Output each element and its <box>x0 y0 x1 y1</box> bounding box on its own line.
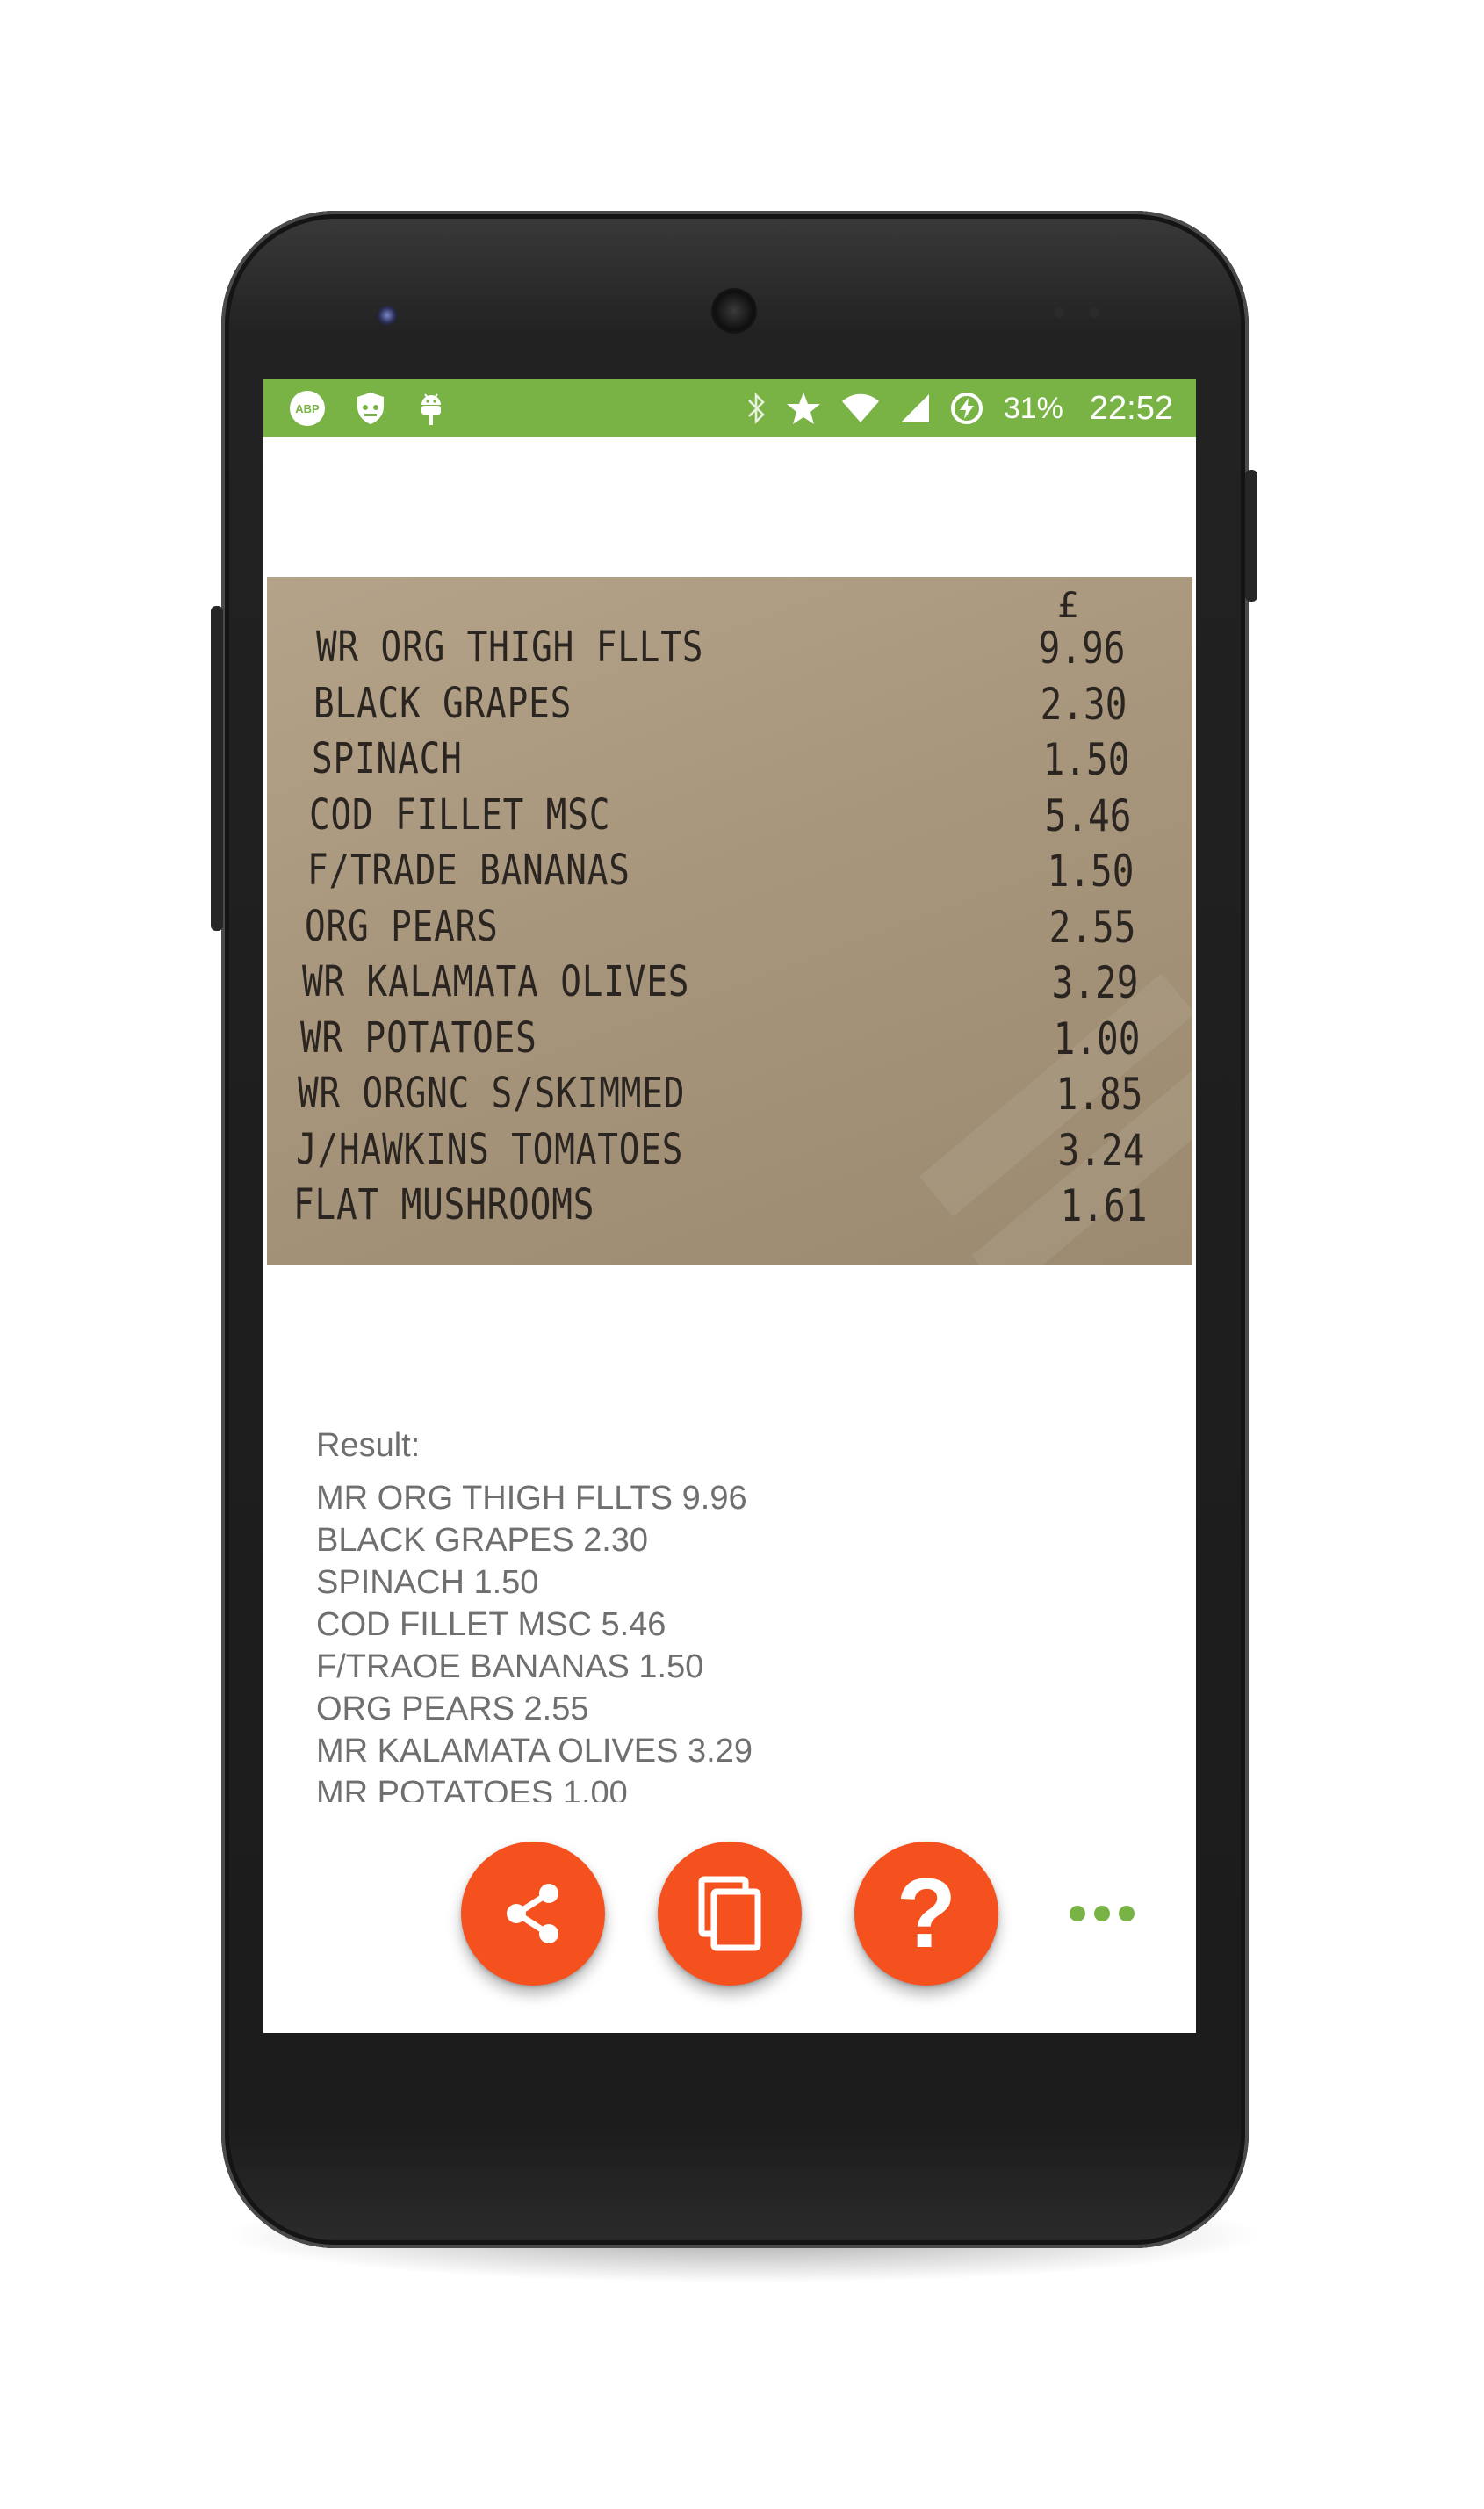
share-button[interactable] <box>461 1842 605 1986</box>
receipt-line: WR POTATOES 1.00 <box>267 1013 1192 1066</box>
battery-saver-icon <box>949 391 984 426</box>
android-debug-icon <box>416 389 446 428</box>
result-line: MR KALAMATA OLIVES 3.29 <box>316 1733 753 1770</box>
result-line: SPINACH 1.50 <box>316 1564 539 1601</box>
copy-button[interactable] <box>658 1842 802 1986</box>
receipt-item-name: FLAT MUSHROOMS <box>293 1180 595 1229</box>
receipt-line: WR ORG THIGH FLLTS 9.96 <box>267 623 1192 675</box>
result-line: MR ORG THIGH FLLTS 9.96 <box>316 1480 747 1517</box>
receipt-line: BLACK GRAPES 2.30 <box>267 679 1192 732</box>
receipt-photo[interactable]: £ WR ORG THIGH FLLTS 9.96 BLACK GRAPES 2.30… <box>267 577 1192 1265</box>
receipt-item-price: 1.85 <box>1055 1069 1142 1120</box>
receipt-item-name: SPINACH <box>311 734 463 783</box>
result-line: COD FILLET MSC 5.46 <box>316 1606 666 1643</box>
receipt-item-price: 1.50 <box>1047 846 1134 897</box>
receipt-line: J/HAWKINS TOMATOES 3.24 <box>267 1125 1192 1178</box>
receipt-line: WR KALAMATA OLIVES 3.29 <box>267 957 1192 1010</box>
screen: ABP 31% 22:52 £ WR ORG THIGH FLLTS 9.96 … <box>263 379 1196 2033</box>
receipt-item-price: 3.29 <box>1051 957 1138 1008</box>
more-horiz-icon[interactable] <box>1070 1903 1140 1924</box>
receipt-item-price: 2.55 <box>1048 901 1136 953</box>
abp-icon: ABP <box>290 391 325 426</box>
receipt-item-price: 3.24 <box>1057 1124 1145 1176</box>
receipt-item-price: 5.46 <box>1044 789 1132 841</box>
help-question-icon: ? <box>896 1858 957 1968</box>
proximity-sensor <box>1054 307 1064 318</box>
cell-signal-icon <box>900 393 930 424</box>
wifi-icon <box>840 393 881 424</box>
result-line: BLACK GRAPES 2.30 <box>316 1522 649 1559</box>
receipt-item-price: 2.30 <box>1040 678 1127 730</box>
receipt-item-price: 1.00 <box>1053 1013 1141 1064</box>
abp-label: ABP <box>295 401 320 415</box>
receipt-currency-symbol: £ <box>1056 586 1078 626</box>
light-sensor <box>1089 307 1099 318</box>
share-icon <box>498 1878 568 1949</box>
status-time: 22:52 <box>1089 389 1173 427</box>
receipt-item-name: WR KALAMATA OLIVES <box>302 957 690 1006</box>
receipt-item-name: J/HAWKINS TOMATOES <box>295 1124 683 1174</box>
result-line: MR POTATOES 1.00 <box>316 1775 628 1802</box>
receipt-line: F/TRADE BANANAS 1.50 <box>267 846 1192 898</box>
battery-percent: 31% <box>1003 391 1063 425</box>
receipt-item-name: WR ORG THIGH FLLTS <box>316 623 704 672</box>
receipt-line: COD FILLET MSC 5.46 <box>267 790 1192 843</box>
receipt-item-name: WR POTATOES <box>299 1013 537 1063</box>
overflow-dot <box>1119 1906 1135 1921</box>
front-camera <box>378 306 397 325</box>
receipt-item-name: ORG PEARS <box>305 901 499 951</box>
receipt-line: ORG PEARS 2.55 <box>267 902 1192 955</box>
receipt-item-price: 1.50 <box>1042 734 1129 785</box>
result-line: ORG PEARS 2.55 <box>316 1691 589 1727</box>
receipt-item-name: F/TRADE BANANAS <box>306 846 630 895</box>
power-button <box>1245 470 1257 602</box>
result-line: F/TRAOE BANANAS 1.50 <box>316 1648 704 1685</box>
result-lines: MR ORG THIGH FLLTS 9.96 BLACK GRAPES 2.30… <box>316 1477 1159 1802</box>
receipt-item-price: 1.61 <box>1060 1180 1147 1231</box>
result-text-area[interactable]: Result: MR ORG THIGH FLLTS 9.96 BLACK GRA… <box>316 1424 1159 1802</box>
earpiece-speaker <box>711 288 757 334</box>
bluetooth-icon <box>746 391 767 426</box>
receipt-line: WR ORGNC S/SKIMMED 1.85 <box>267 1069 1192 1121</box>
status-bar: ABP 31% 22:52 <box>263 379 1196 437</box>
receipt-item-name: BLACK GRAPES <box>313 678 573 728</box>
receipt-item-price: 9.96 <box>1038 623 1125 674</box>
receipt-item-name: WR ORGNC S/SKIMMED <box>298 1069 686 1118</box>
overflow-dot <box>1094 1906 1110 1921</box>
help-button[interactable]: ? <box>854 1842 998 1986</box>
adblock-shield-icon <box>355 391 386 426</box>
result-heading: Result: <box>316 1427 421 1464</box>
receipt-item-name: COD FILLET MSC <box>309 789 611 840</box>
star-icon <box>786 391 821 426</box>
volume-button <box>211 606 223 931</box>
copy-icon <box>695 1874 765 1953</box>
receipt-line: SPINACH 1.50 <box>267 734 1192 787</box>
receipt-line: FLAT MUSHROOMS 1.61 <box>267 1180 1192 1233</box>
overflow-dot <box>1070 1906 1085 1921</box>
